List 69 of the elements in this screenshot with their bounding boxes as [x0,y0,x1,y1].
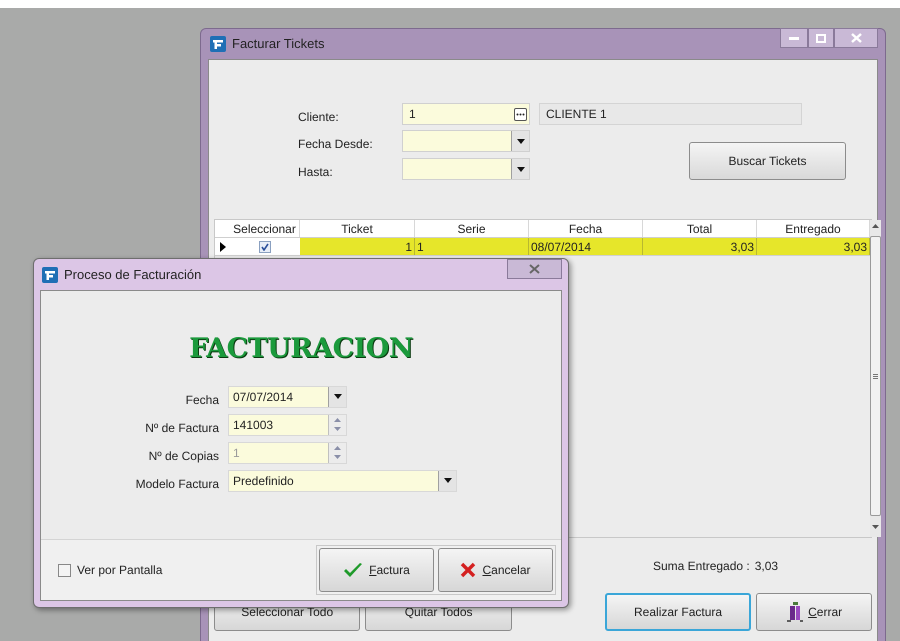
action-button[interactable]: Realizar Factura [604,593,752,631]
sum-label: Suma Entregado : [653,558,750,574]
window-title: Proceso de Facturación [64,266,202,284]
checkmark-icon [343,562,364,578]
dropdown-button[interactable] [328,386,346,406]
cancel-button[interactable]: Cancelar [438,548,553,592]
spin-field[interactable]: 141003 [228,414,347,436]
checkbox[interactable] [259,240,271,252]
caret-icon [444,478,452,483]
close-button[interactable] [834,28,878,48]
date-field[interactable]: 07/07/2014 [228,386,347,408]
dropdown-button[interactable] [511,159,529,179]
field-label: Hasta: [298,164,334,181]
grip-icon [873,374,878,378]
minimize-button[interactable] [780,28,808,48]
up-arrow-icon [334,446,341,450]
column-header[interactable]: Seleccionar [230,220,300,237]
combo-field[interactable]: Predefinido [228,470,457,492]
browse-button[interactable] [514,108,527,120]
dialog-heading: FACTURACION [188,332,414,366]
down-arrow-icon [872,525,879,529]
field-label: Cliente: [298,109,340,126]
spin-button[interactable] [328,414,346,434]
date-field[interactable] [402,130,530,152]
ok-button[interactable]: Factura [319,548,434,592]
close-window-button[interactable]: Cerrar [756,593,872,631]
table-cell: 3,03 [757,238,870,255]
down-arrow-icon [334,455,341,459]
up-arrow-icon [334,418,341,422]
table-cell: 3,03 [643,238,757,255]
table-cell: 1 [415,238,529,255]
field-label: Fecha Desde: [298,136,374,153]
checkbox[interactable] [58,564,71,576]
check-icon [261,242,269,250]
caret-icon [334,394,342,399]
column-header[interactable]: Serie [415,220,529,237]
table-cell: 08/07/2014 [529,238,643,255]
field-label: Nº de Copias [148,448,220,464]
minimize-icon [789,36,799,40]
x-icon [460,562,476,578]
app-icon [42,266,58,282]
ellipsis-icon [516,112,525,116]
field-label: Fecha [184,392,220,408]
maximize-button[interactable] [808,28,834,48]
column-header[interactable]: Ticket [300,220,415,237]
column-header[interactable]: Total [643,220,757,237]
door-icon [786,602,804,622]
search-button[interactable]: Buscar Tickets [689,142,846,180]
column-header[interactable]: Fecha [529,220,643,237]
dropdown-button[interactable] [511,131,529,151]
close-icon [850,33,862,43]
down-arrow-icon [334,427,341,431]
close-button[interactable] [507,259,562,279]
client-code-field[interactable]: 1 [402,103,530,125]
checkbox-label: Ver por Pantalla [77,562,162,579]
field-label: Modelo Factura [134,476,220,492]
window-title: Facturar Tickets [232,35,324,54]
close-icon [529,264,540,274]
client-name-field: CLIENTE 1 [539,103,802,125]
sum-value: 3,03 [754,558,778,574]
date-field[interactable] [402,158,530,180]
app-icon [210,36,226,52]
dropdown-button[interactable] [438,470,456,490]
up-arrow-icon [872,224,879,228]
caret-icon [516,166,524,172]
table-cell: 1 [300,238,415,255]
maximize-icon [816,34,826,42]
caret-icon [516,138,524,144]
field-label: Nº de Factura [144,420,220,436]
